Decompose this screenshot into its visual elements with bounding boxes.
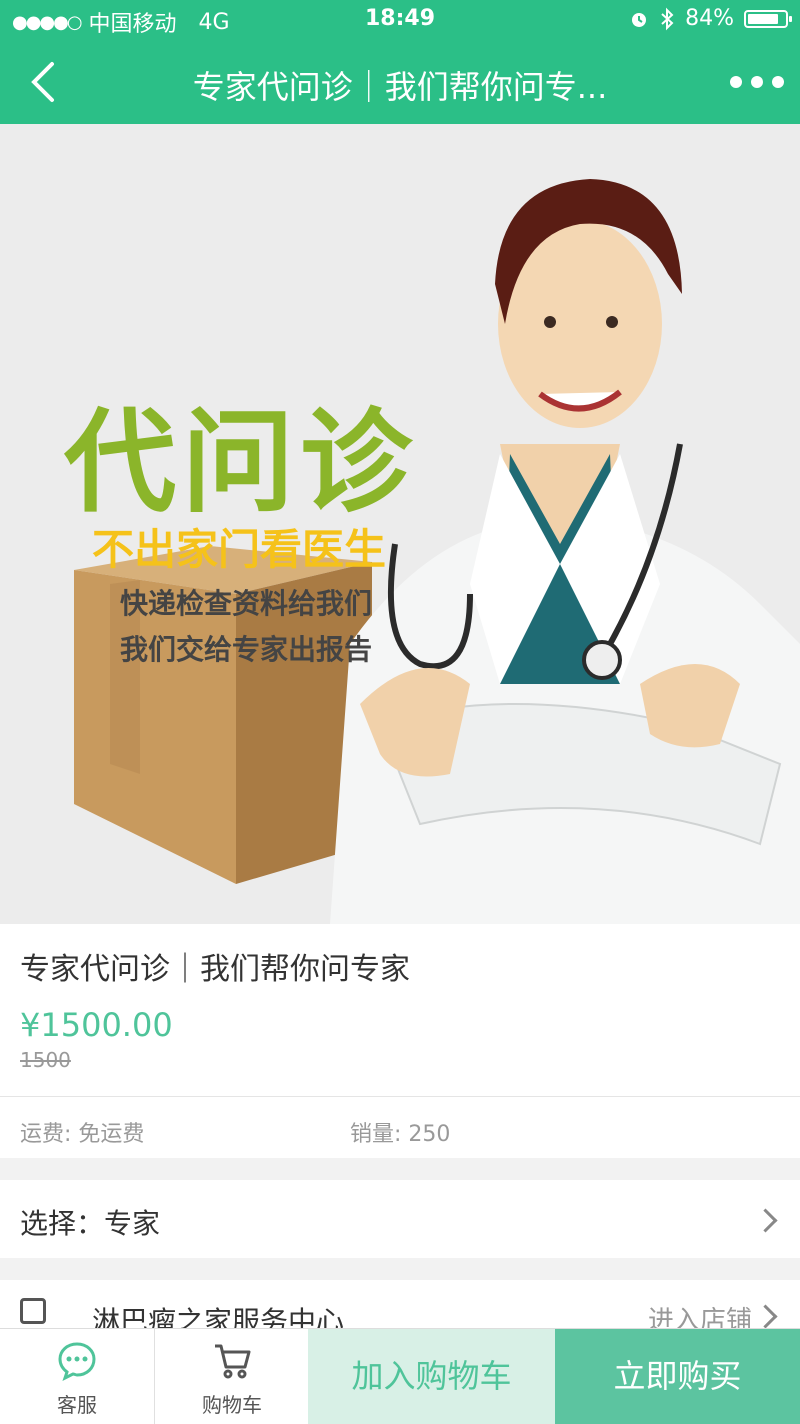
customer-service-label: 客服 <box>57 1393 97 1417</box>
chevron-right-icon <box>753 1304 778 1329</box>
original-price: 1500 <box>20 1048 71 1072</box>
page-title: 专家代问诊｜我们帮你问专... <box>192 68 608 106</box>
product-price: ¥1500.00 <box>20 1006 173 1044</box>
dot <box>730 76 742 88</box>
banner-headline: 代问诊 <box>64 398 418 528</box>
shipping-fee: 运费: 免运费 <box>20 1122 145 1147</box>
store-icon <box>20 1298 46 1324</box>
bluetooth-icon <box>661 7 674 30</box>
battery-percent: 84% <box>685 6 734 31</box>
add-to-cart-button[interactable]: 加入购物车 <box>308 1329 555 1424</box>
customer-service-button[interactable]: 客服 <box>0 1329 154 1424</box>
cart-button[interactable]: 购物车 <box>155 1329 309 1424</box>
buy-now-button[interactable]: 立即购买 <box>555 1329 800 1424</box>
banner-subheadline: 不出家门看医生 <box>92 525 387 574</box>
alarm-icon <box>632 12 647 27</box>
select-option-row[interactable]: 选择：专家 <box>0 1180 800 1258</box>
product-banner-image: 代问诊 不出家门看医生 快递检查资料给我们 我们交给专家出报告 <box>0 124 800 924</box>
chat-bubble-icon <box>58 1342 96 1381</box>
bottom-action-bar: 客服 购物车 加入购物车 立即购买 <box>0 1328 800 1424</box>
nav-bar: 专家代问诊｜我们帮你问专... <box>0 40 800 124</box>
product-info: 专家代问诊｜我们帮你问专家 ¥1500.00 1500 运费: 免运费 销量: … <box>0 924 800 1158</box>
battery-fill <box>748 13 778 24</box>
shopping-cart-icon <box>215 1344 251 1379</box>
status-right: 84% <box>629 6 792 31</box>
cart-label: 购物车 <box>202 1393 262 1417</box>
banner-line-1: 快递检查资料给我们 <box>120 587 373 620</box>
battery-icon <box>744 9 792 28</box>
chevron-right-icon <box>753 1208 778 1233</box>
more-dots-icon[interactable] <box>730 62 784 102</box>
product-title: 专家代问诊｜我们帮你问专家 <box>20 952 410 987</box>
banner-line-2: 我们交给专家出报告 <box>120 633 373 666</box>
status-bar: ●●●●○ 中国移动 4G 18:49 84% <box>0 0 800 40</box>
doctor-illustration <box>330 179 800 924</box>
dot <box>751 76 763 88</box>
sales-count: 销量: 250 <box>350 1122 451 1147</box>
dot <box>772 76 784 88</box>
select-option-label: 选择：专家 <box>20 1207 161 1240</box>
divider <box>0 1096 800 1097</box>
